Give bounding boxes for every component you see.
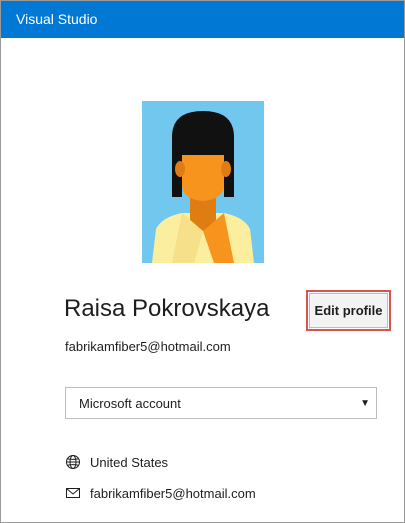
contact-email-row: fabrikamfiber5@hotmail.com: [65, 484, 256, 502]
account-dropdown-value: Microsoft account: [79, 396, 181, 411]
avatar: [142, 101, 264, 263]
country-text: United States: [90, 454, 169, 470]
profile-email: fabrikamfiber5@hotmail.com: [65, 339, 231, 354]
profile-name: Raisa Pokrovskaya: [64, 295, 270, 322]
contact-email-text: fabrikamfiber5@hotmail.com: [90, 485, 256, 501]
mail-icon: [65, 485, 81, 501]
edit-profile-button[interactable]: Edit profile: [309, 293, 388, 328]
globe-icon: [65, 454, 81, 470]
account-dropdown[interactable]: Microsoft account ▼: [65, 387, 377, 419]
title-bar: Visual Studio: [1, 1, 404, 38]
profile-window: Visual Studio Raisa Pokrovskaya Edit pro…: [0, 0, 405, 523]
window-title: Visual Studio: [16, 11, 98, 27]
chevron-down-icon: ▼: [360, 398, 370, 409]
country-row: United States: [65, 453, 168, 471]
